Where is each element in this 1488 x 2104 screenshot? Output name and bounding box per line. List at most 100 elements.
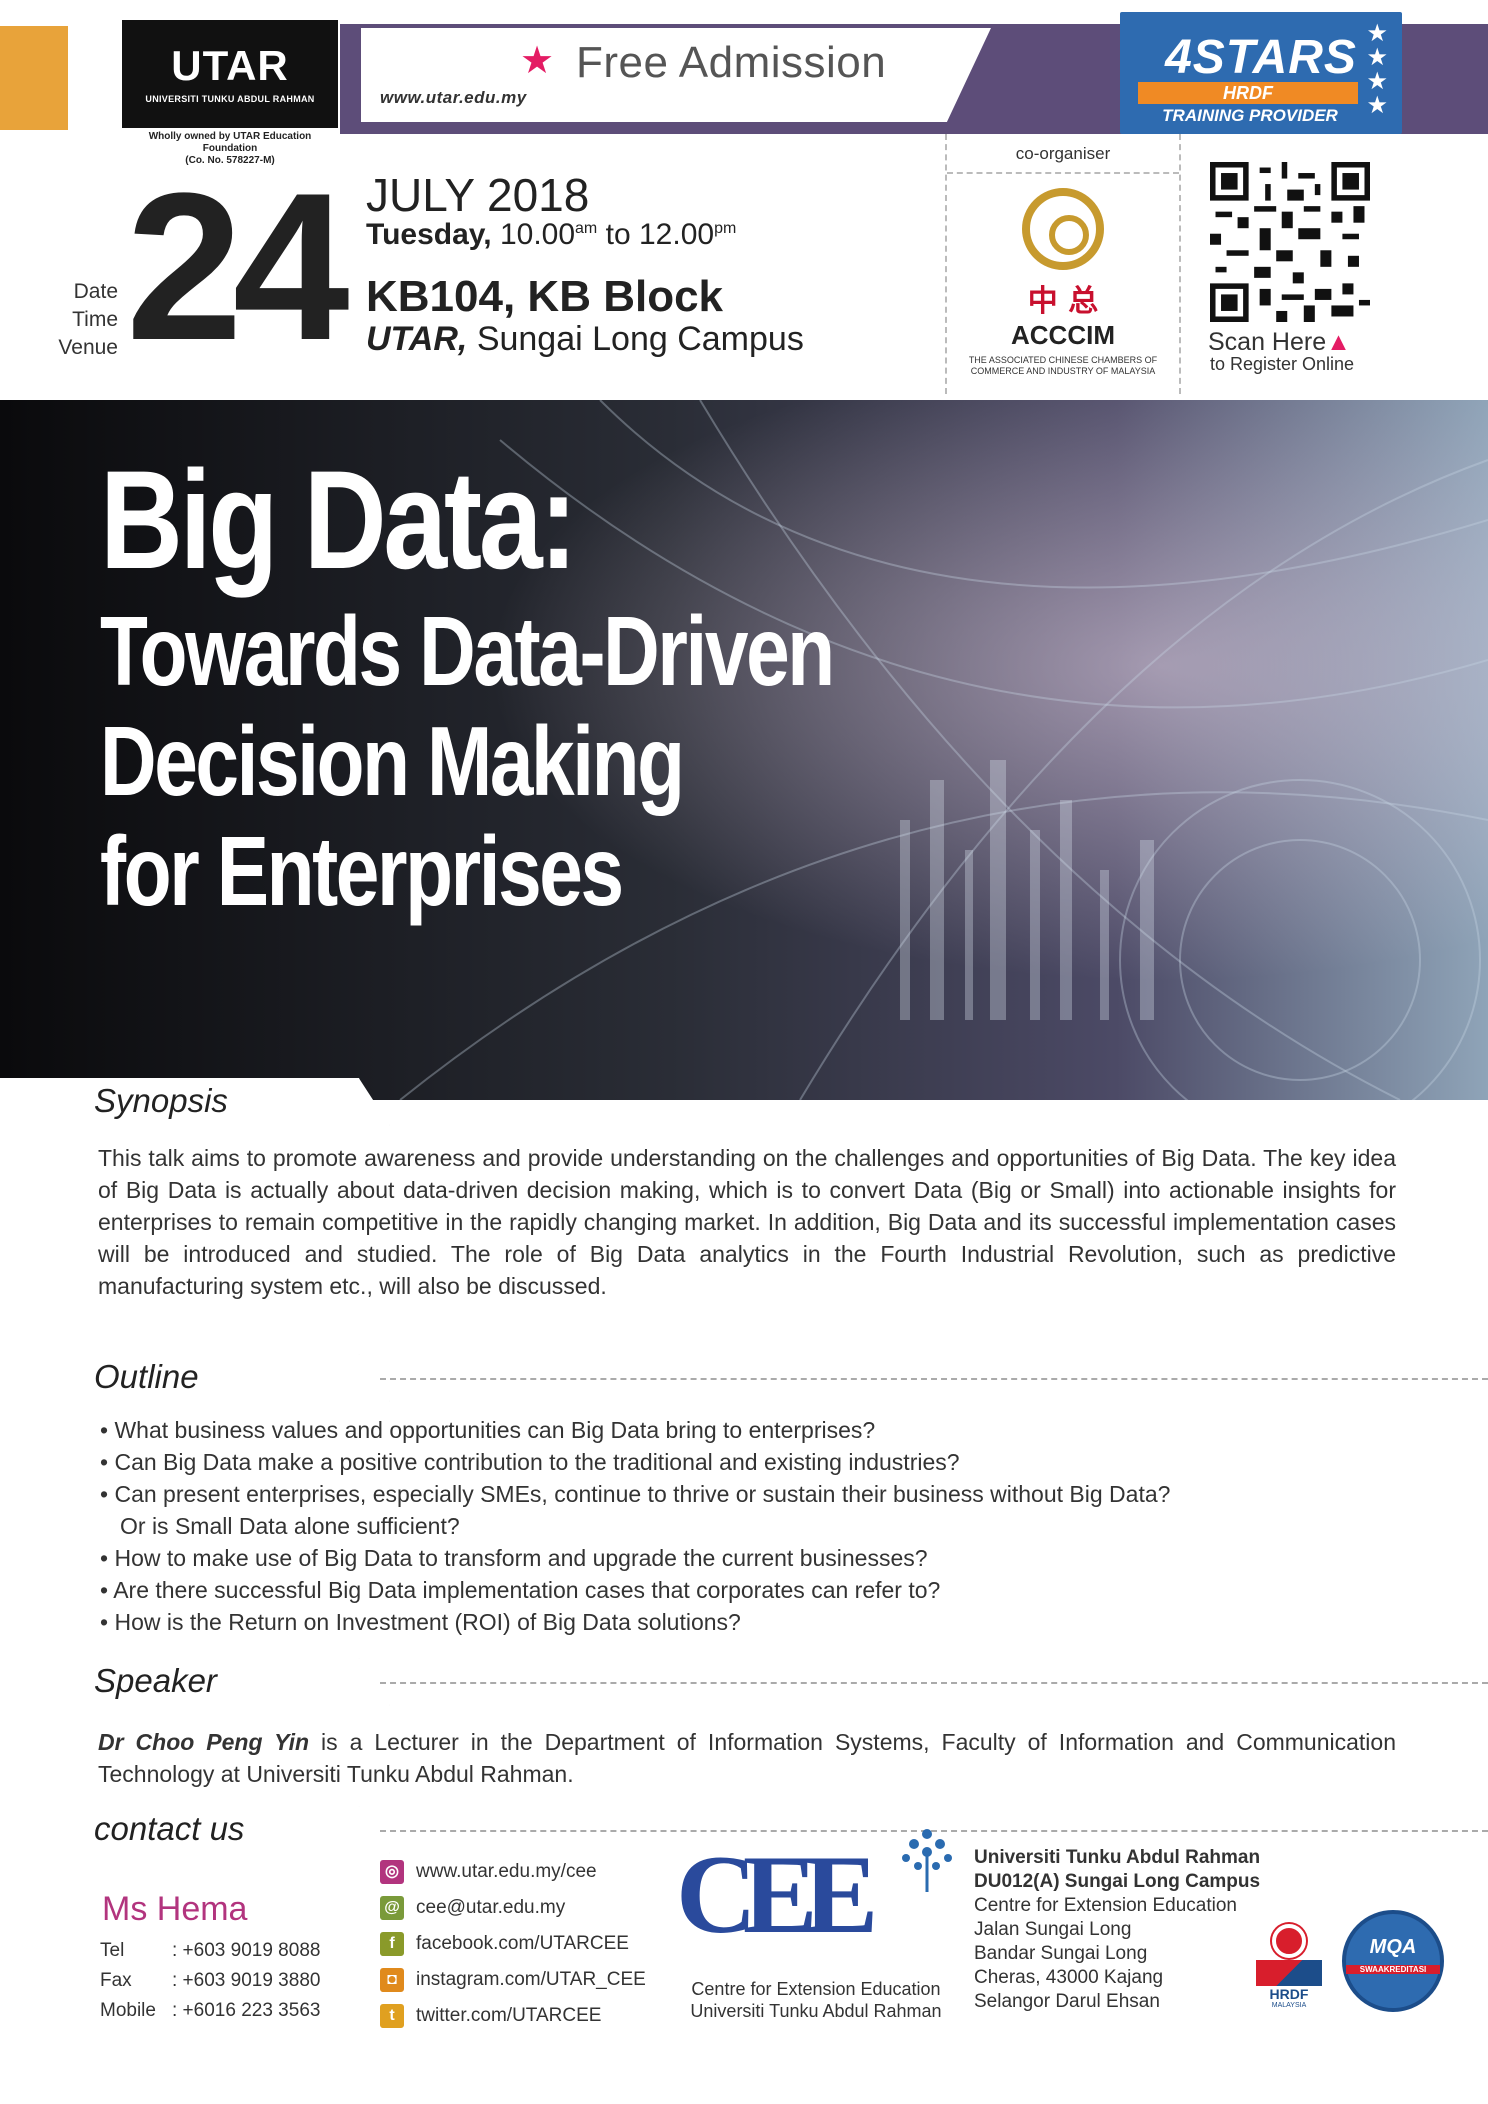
outline-item: Are there successful Big Data implementa… [100,1574,1390,1606]
outline-heading: Outline [94,1358,199,1395]
title-line-2: Towards Data-Driven [100,596,835,706]
outline-divider [380,1378,1488,1380]
outline-item: How to make use of Big Data to transform… [100,1542,1390,1574]
outline-item: Can Big Data make a positive contributio… [100,1446,1390,1478]
venue-university: UTAR, [366,320,468,358]
mobile-value[interactable]: : +6016 223 3563 [172,2000,320,2021]
event-poster: UTAR UNIVERSITI TUNKU ABDUL RAHMAN Wholl… [0,0,1488,2104]
venue-label: Venue [58,336,118,359]
venue-campus-line: UTAR, Sungai Long Campus [366,320,804,359]
fax-label: Fax [100,1970,132,1991]
scan-here-label: Scan Here▲ [1208,328,1351,357]
tel-value[interactable]: : +603 9019 8088 [172,1940,320,1961]
twitter-icon: t [380,2004,404,2028]
address-line: Universiti Tunku Abdul Rahman [974,1847,1261,1868]
social-link-instagram[interactable]: ◘ instagram.com/UTAR_CEE [380,1968,646,1992]
synopsis-text: This talk aims to promote awareness and … [98,1145,1396,1299]
tel-row: Tel: +603 9019 8088 [100,1936,320,1966]
event-day: 24 [126,149,350,384]
coorganiser-panel: co-organiser 中 总 ACCCIM THE ASSOCIATED C… [945,134,1181,394]
acccim-full-line-2: COMMERCE AND INDUSTRY OF MALAYSIA [970,366,1156,376]
time-end-suffix: pm [714,220,737,237]
mobile-row: Mobile: +6016 223 3563 [100,1996,320,2026]
website-link[interactable]: www.utar.edu.my [380,88,527,108]
speaker-name: Dr Choo Peng Yin [98,1729,310,1755]
outline-item: What business values and opportunities c… [100,1414,1390,1446]
scan-here-text: Scan Here [1208,328,1327,356]
address-line: Bandar Sungai Long [974,1943,1148,1964]
address-line: Selangor Darul Ehsan [974,1991,1160,2012]
hrdf-4stars-badge: 4STARS HRDF TRAINING PROVIDER ★ ★ ★ ★ [1120,12,1402,134]
badge-hrdf: HRDF [1138,82,1358,104]
address-line: DU012(A) Sungai Long Campus [974,1871,1261,1892]
cee-subtitle: Centre for Extension Education Universit… [676,1978,956,2022]
badge-title: 4STARS [1165,31,1357,84]
time-start-suffix: am [575,220,598,237]
triangle-up-icon: ▲ [1326,328,1351,356]
outline-item-text: How to make use of Big Data to transform… [114,1545,928,1571]
event-time: Tuesday, 10.00am to 12.00pm [366,218,736,252]
social-text: instagram.com/UTAR_CEE [416,1969,646,1991]
mqa-self-accreditation-seal: MQA SWAAKREDITASI [1342,1910,1444,2012]
social-link-web[interactable]: ◎ www.utar.edu.my/cee [380,1860,597,1884]
hero-title: Big Data: Towards Data-Driven Decision M… [100,450,1016,926]
hrdf-emblem-icon [1272,1924,1306,1958]
address-line: Jalan Sungai Long [974,1919,1132,1940]
social-text: twitter.com/UTARCEE [416,2005,602,2027]
cee-sub-line-2: Universiti Tunku Abdul Rahman [690,2001,942,2021]
free-admission-label: Free Admission [576,38,887,87]
star-icon: ★ [520,40,555,82]
event-labels: Date Time Venue [52,278,118,362]
outline-list: What business values and opportunities c… [100,1414,1390,1638]
fax-value: : +603 9019 3880 [172,1970,321,1991]
venue-campus: Sungai Long Campus [476,320,804,358]
time-label: Time [72,308,118,331]
time-start: 10.00 [499,218,576,251]
venue-room: KB104, KB Block [366,272,724,321]
outline-item-text: What business values and opportunities c… [114,1417,876,1443]
outline-item-continuation: Or is Small Data alone sufficient? [120,1513,460,1539]
utar-logo-subtitle: UNIVERSITI TUNKU ABDUL RAHMAN [145,94,315,104]
register-online-label: to Register Online [1210,354,1355,374]
contact-phones: Tel: +603 9019 8088 Fax: +603 9019 3880 … [100,1936,320,2026]
mqa-text: MQA [1369,1936,1417,1958]
outline-item-text: Can Big Data make a positive contributio… [114,1449,960,1475]
email-icon: @ [380,1896,404,1920]
hrdf-logo: HRDF MALAYSIA [1256,1924,1322,2010]
badge-stars-icon: ★ ★ ★ ★ [1366,20,1388,119]
event-month-year: JULY 2018 [366,169,590,221]
event-weekday: Tuesday, [366,218,492,251]
social-text: www.utar.edu.my/cee [416,1861,597,1883]
speaker-bio: Dr Choo Peng Yin is a Lecturer in the De… [98,1726,1396,1790]
outline-item: Can present enterprises, especially SMEs… [100,1478,1390,1542]
outline-item: How is the Return on Investment (ROI) of… [100,1606,1390,1638]
address-line: Centre for Extension Education [974,1895,1237,1916]
hrdf-sub: MALAYSIA [1271,2002,1307,2009]
postal-address: Universiti Tunku Abdul Rahman DU012(A) S… [974,1846,1260,2014]
social-text: cee@utar.edu.my [416,1897,566,1919]
utar-logo: UTAR UNIVERSITI TUNKU ABDUL RAHMAN [122,20,338,128]
outline-item-text: How is the Return on Investment (ROI) of… [114,1609,741,1635]
fax-row: Fax : +603 9019 3880 [100,1966,320,1996]
time-to: to [605,218,631,251]
qr-code-icon[interactable] [1210,162,1370,322]
date-label: Date [73,280,118,303]
outline-item-text: Are there successful Big Data implementa… [113,1577,941,1603]
utar-logo-text: UTAR [171,42,289,89]
time-end: 12.00 [638,218,715,251]
badge-provider: TRAINING PROVIDER [1162,106,1338,125]
synopsis-heading: Synopsis [94,1082,228,1119]
contact-heading: contact us [94,1810,245,1847]
mqa-sub: SWAAKREDITASI [1346,1965,1440,1974]
cee-sub-line-1: Centre for Extension Education [691,1979,941,1999]
social-link-facebook[interactable]: f facebook.com/UTARCEE [380,1932,629,1956]
address-line: Cheras, 43000 Kajang [974,1967,1164,1988]
social-link-twitter[interactable]: t twitter.com/UTARCEE [380,2004,601,2028]
social-text: facebook.com/UTARCEE [416,1933,629,1955]
orange-accent-block [0,26,68,130]
title-line-4: for Enterprises [100,816,624,926]
acccim-chinese: 中 总 [1027,284,1099,319]
social-link-email[interactable]: @ cee@utar.edu.my [380,1896,565,1920]
acccim-full-line-1: THE ASSOCIATED CHINESE CHAMBERS OF [968,355,1158,365]
acccim-name: ACCCIM [1011,320,1115,350]
